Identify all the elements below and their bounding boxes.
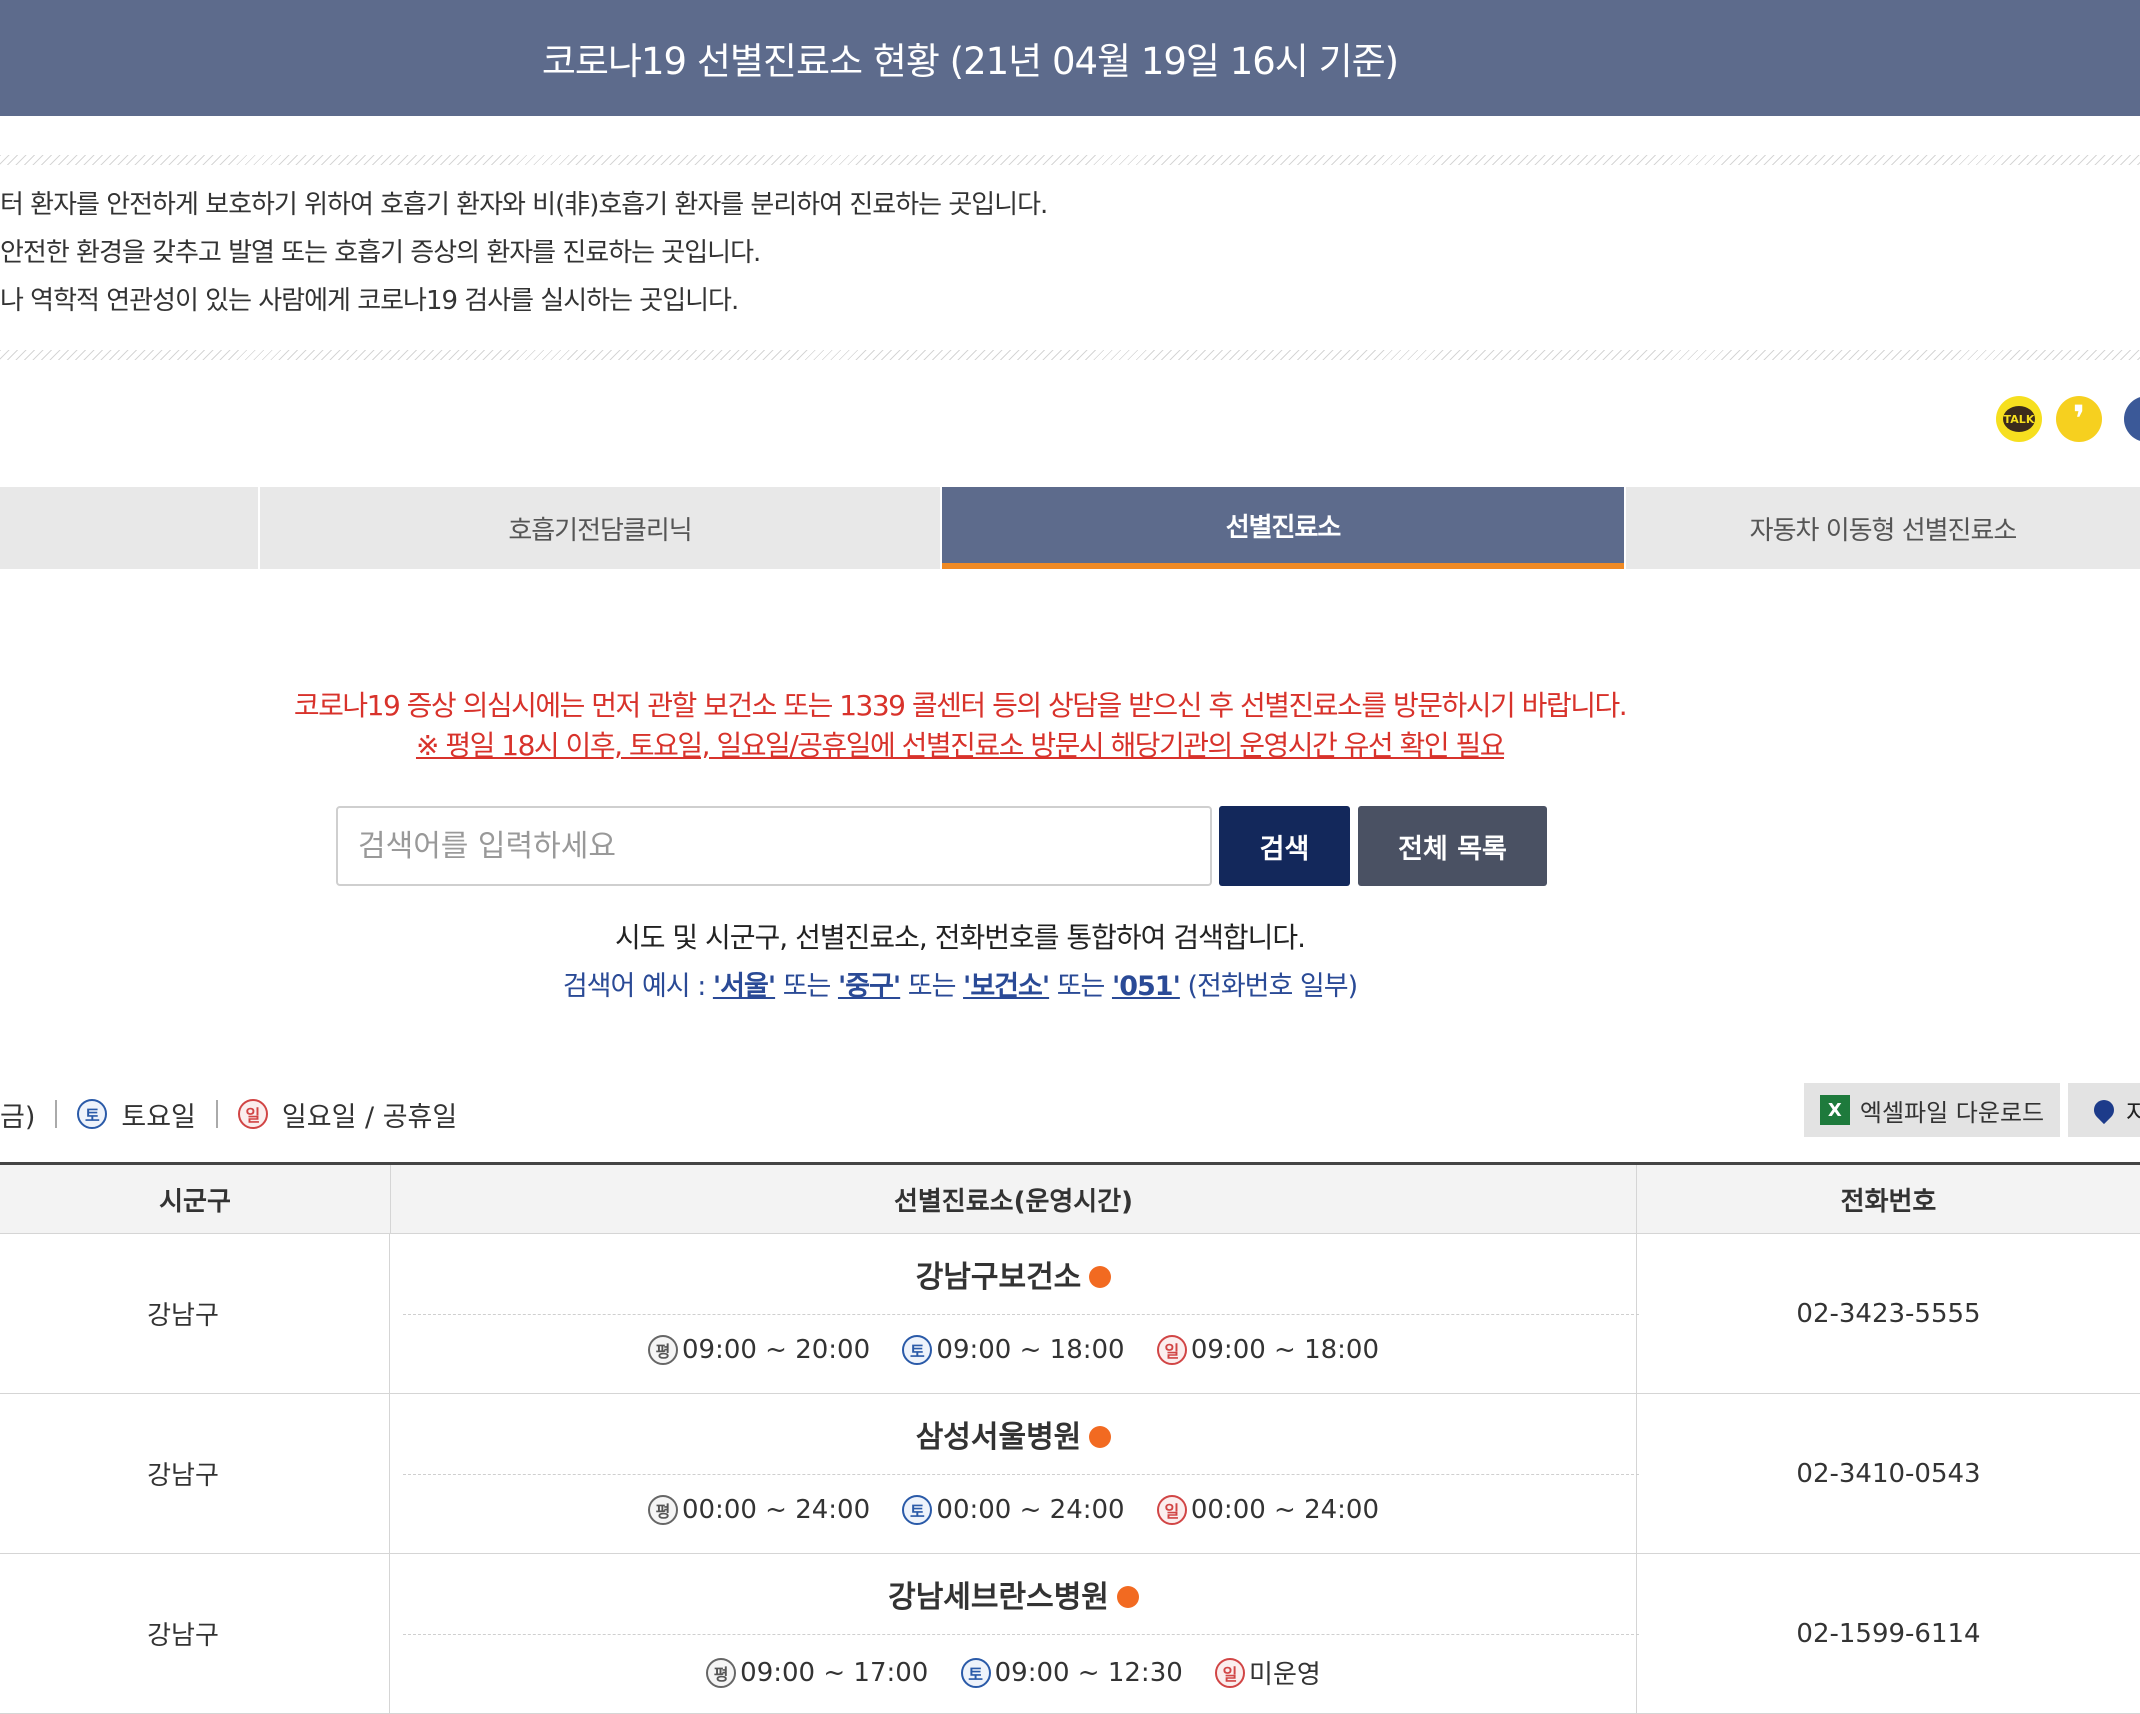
divider <box>403 1474 1639 1475</box>
saturday-badge-icon: 토 <box>902 1335 933 1365</box>
page-title: 코로나19 선별진료소 현황 (21년 04월 19일 16시 기준) <box>541 40 1399 83</box>
legend-sunday: 일요일 / 공휴일 <box>281 1101 458 1133</box>
description-line-2: 안전한 환경을 갖추고 발열 또는 호흡기 증상의 환자를 진료하는 곳입니다. <box>0 238 761 268</box>
weekday-badge-icon: 평 <box>647 1495 678 1525</box>
tab-respiratory-clinic[interactable]: 호흡기전담클리닉 <box>260 487 940 569</box>
page-header: 코로나19 선별진료소 현황 (21년 04월 19일 16시 기준) <box>0 0 2140 116</box>
map-pin-icon <box>2089 1095 2119 1125</box>
search-button[interactable]: 검색 <box>1219 806 1350 886</box>
saturday-hours: 09:00 ~ 12:30 <box>994 1657 1183 1688</box>
search-input[interactable] <box>336 806 1212 886</box>
sunday-badge-icon: 일 <box>237 1099 268 1129</box>
sunday-badge-icon: 일 <box>1215 1657 1246 1688</box>
table-row: 강남구 강남구보건소 평 09:00 ~ 20:00 토 09:00 ~ 18:00… <box>0 1234 2140 1394</box>
table-row: 강남구 강남세브란스병원 평 09:00 ~ 17:00 토 09:00 ~ 12:… <box>0 1554 2140 1714</box>
saturday-hours: 00:00 ~ 24:00 <box>936 1495 1125 1525</box>
phone-cell: 02-3423-5555 <box>1796 1298 1981 1329</box>
map-view-button[interactable]: 지 <box>2068 1083 2140 1137</box>
district-cell: 강남구 <box>0 1234 390 1393</box>
notice-warning: ※ 평일 18시 이후, 토요일, 일요일/공휴일에 선별진료소 방문시 해당기… <box>415 729 1506 762</box>
clinic-cell: 강남구보건소 평 09:00 ~ 20:00 토 09:00 ~ 18:00 일 09… <box>391 1234 1639 1393</box>
operating-hours: 평 00:00 ~ 24:00 토 00:00 ~ 24:00 일 00:00 ~ 2… <box>391 1494 1636 1525</box>
column-header-clinic: 선별진료소(운영시간) <box>391 1165 1637 1233</box>
search-examples: 검색어 예시 : '서울' 또는 '중구' 또는 '보건소' 또는 '051' … <box>562 971 1358 1002</box>
description-line-1: 터 환자를 안전하게 보호하기 위하여 호흡기 환자와 비(非)호흡기 환자를 … <box>0 190 1048 220</box>
phone-cell: 02-3410-0543 <box>1796 1458 1981 1489</box>
divider <box>0 155 2140 165</box>
district-cell: 강남구 <box>0 1554 390 1713</box>
notice-text: 코로나19 증상 의심시에는 먼저 관할 보건소 또는 1339 콜센터 등의 … <box>293 689 1628 722</box>
legend-saturday: 토요일 <box>121 1101 196 1133</box>
sunday-badge-icon: 일 <box>1156 1335 1187 1365</box>
excel-download-button[interactable]: X 엑셀파일 다운로드 <box>1804 1083 2060 1137</box>
example-link-seoul[interactable]: '서울' <box>713 971 776 1002</box>
operating-hours: 평 09:00 ~ 17:00 토 09:00 ~ 12:30 일 미운영 <box>391 1654 1636 1691</box>
weekday-badge-icon: 평 <box>647 1335 678 1365</box>
hours-legend: 금) 토 토요일 일 일요일 / 공휴일 <box>0 1092 457 1136</box>
weekday-hours: 09:00 ~ 17:00 <box>740 1657 929 1688</box>
info-dot-icon[interactable] <box>1089 1425 1112 1448</box>
excel-download-label: 엑셀파일 다운로드 <box>1859 1098 2045 1127</box>
example-link-junggu[interactable]: '중구' <box>838 971 901 1002</box>
sunday-badge-icon: 일 <box>1156 1495 1187 1525</box>
clinic-cell: 강남세브란스병원 평 09:00 ~ 17:00 토 09:00 ~ 12:30 일… <box>391 1554 1639 1713</box>
saturday-badge-icon: 토 <box>77 1099 108 1129</box>
facebook-share-icon[interactable] <box>2124 396 2140 442</box>
district-cell: 강남구 <box>0 1394 390 1553</box>
clinic-name[interactable]: 삼성서울병원 <box>391 1412 1636 1456</box>
sunday-hours: 미운영 <box>1249 1660 1321 1690</box>
phone-cell: 02-1599-6114 <box>1796 1618 1981 1649</box>
column-header-phone: 전화번호 <box>1840 1186 1937 1217</box>
divider <box>403 1314 1639 1315</box>
example-link-051[interactable]: '051' <box>1112 971 1181 1002</box>
saturday-hours: 09:00 ~ 18:00 <box>936 1335 1125 1365</box>
weekday-badge-icon: 평 <box>706 1657 737 1688</box>
tab-drive-thru-clinic[interactable]: 자동차 이동형 선별진료소 <box>1626 487 2140 569</box>
kakaostory-share-icon[interactable]: ❜ <box>2056 396 2102 442</box>
info-dot-icon[interactable] <box>1089 1265 1112 1288</box>
sunday-hours: 00:00 ~ 24:00 <box>1190 1495 1380 1525</box>
column-header-district: 시군구 <box>0 1165 391 1233</box>
tab-previous[interactable] <box>0 487 258 569</box>
example-link-health-center[interactable]: '보건소' <box>963 971 1050 1002</box>
clinic-name[interactable]: 강남구보건소 <box>391 1252 1636 1296</box>
clinic-name[interactable]: 강남세브란스병원 <box>391 1572 1636 1616</box>
info-dot-icon[interactable] <box>1116 1585 1139 1608</box>
table-row: 강남구 삼성서울병원 평 00:00 ~ 24:00 토 00:00 ~ 24:00… <box>0 1394 2140 1554</box>
search-help-text: 시도 및 시군구, 선별진료소, 전화번호를 통합하여 검색합니다. <box>614 921 1306 954</box>
saturday-badge-icon: 토 <box>902 1495 933 1525</box>
tab-screening-clinic[interactable]: 선별진료소 <box>942 487 1624 569</box>
weekday-hours: 09:00 ~ 20:00 <box>681 1335 871 1365</box>
divider <box>403 1634 1639 1635</box>
kakaotalk-share-icon[interactable]: TALK <box>1996 396 2042 442</box>
description-line-3: 나 역학적 연관성이 있는 사람에게 코로나19 검사를 실시하는 곳입니다. <box>0 286 739 316</box>
clinic-type-tabs: 호흡기전담클리닉 선별진료소 자동차 이동형 선별진료소 <box>0 487 2140 569</box>
excel-icon: X <box>1819 1095 1850 1125</box>
divider <box>55 1100 58 1128</box>
all-list-button[interactable]: 전체 목록 <box>1358 806 1547 886</box>
clinic-table: 시군구 선별진료소(운영시간) 전화번호 강남구 강남구보건소 평 09:00 ~… <box>0 1162 2140 1714</box>
divider <box>0 350 2140 360</box>
operating-hours: 평 09:00 ~ 20:00 토 09:00 ~ 18:00 일 09:00 ~ 1… <box>391 1334 1636 1365</box>
sunday-hours: 09:00 ~ 18:00 <box>1190 1335 1380 1365</box>
saturday-badge-icon: 토 <box>960 1657 991 1688</box>
table-header: 시군구 선별진료소(운영시간) 전화번호 <box>0 1165 2140 1234</box>
divider <box>215 1100 218 1128</box>
weekday-hours: 00:00 ~ 24:00 <box>681 1495 871 1525</box>
legend-weekday: 금) <box>0 1101 36 1133</box>
clinic-cell: 삼성서울병원 평 00:00 ~ 24:00 토 00:00 ~ 24:00 일 00… <box>391 1394 1639 1553</box>
